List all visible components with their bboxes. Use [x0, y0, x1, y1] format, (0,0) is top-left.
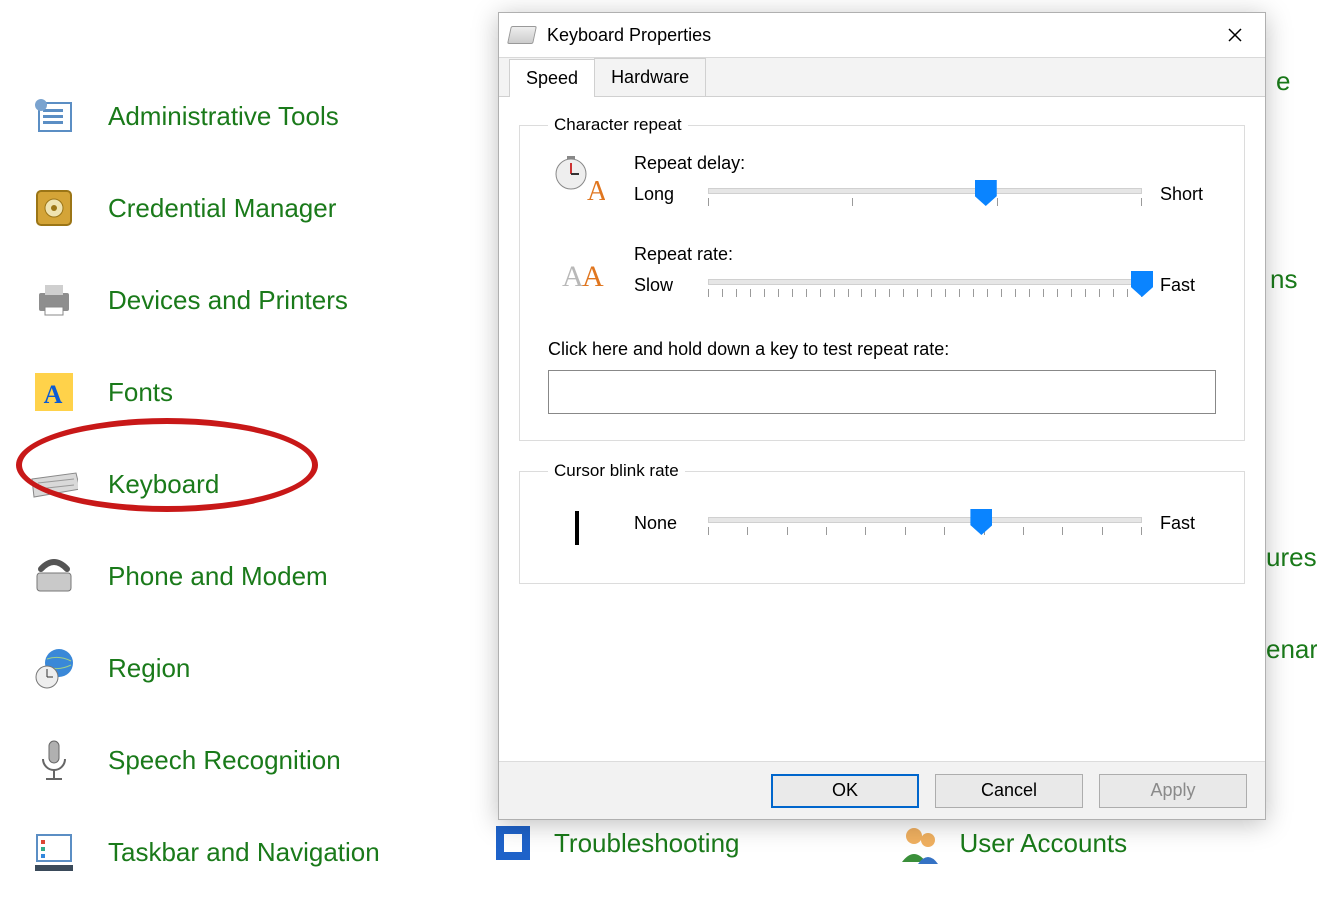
- repeat-rate-slider[interactable]: [708, 275, 1142, 305]
- cp-item-label: Taskbar and Navigation: [108, 837, 380, 868]
- taskbar-icon: [30, 828, 78, 876]
- cp-item-label: Phone and Modem: [108, 561, 328, 592]
- cp-item-speech[interactable]: Speech Recognition: [30, 714, 460, 806]
- blink-rate-slider[interactable]: [708, 513, 1142, 543]
- troubleshooting-icon: [490, 820, 536, 866]
- blink-preview-icon: [548, 499, 606, 557]
- button-label: OK: [832, 780, 858, 801]
- control-panel-list: Administrative Tools Credential Manager …: [30, 70, 460, 898]
- test-label: Click here and hold down a key to test r…: [548, 339, 1216, 360]
- cp-item-admin-tools[interactable]: Administrative Tools: [30, 70, 460, 162]
- slider-left-label: None: [634, 513, 690, 534]
- admin-tools-icon: [30, 92, 78, 140]
- bg-fragment: ures: [1266, 542, 1317, 573]
- bg-strip: Troubleshooting User Accounts: [490, 820, 1127, 866]
- close-button[interactable]: [1215, 19, 1255, 51]
- repeat-delay-label: Repeat delay:: [634, 153, 1216, 174]
- bg-fragment: e: [1276, 66, 1290, 97]
- slider-right-label: Short: [1160, 184, 1216, 205]
- svg-text:A: A: [582, 260, 604, 293]
- cp-item-devices-printers[interactable]: Devices and Printers: [30, 254, 460, 346]
- repeat-delay-slider[interactable]: [708, 184, 1142, 214]
- button-label: Cancel: [981, 780, 1037, 801]
- row-repeat-delay: A Repeat delay: Long Short: [548, 153, 1216, 214]
- user-accounts-icon: [896, 820, 942, 866]
- apply-button: Apply: [1099, 774, 1247, 808]
- row-repeat-rate: AA Repeat rate: Slow: [548, 244, 1216, 305]
- close-icon: [1228, 28, 1242, 42]
- bg-label[interactable]: Troubleshooting: [554, 828, 740, 859]
- dialog-body: Character repeat A Repeat delay: Long: [499, 97, 1265, 761]
- cp-item-keyboard[interactable]: Keyboard: [30, 438, 460, 530]
- cp-item-label: Speech Recognition: [108, 745, 341, 776]
- group-legend: Cursor blink rate: [548, 461, 685, 481]
- cp-item-label: Administrative Tools: [108, 101, 339, 132]
- cp-item-label: Credential Manager: [108, 193, 336, 224]
- bg-fragment: enar: [1266, 634, 1317, 665]
- dialog-title: Keyboard Properties: [547, 25, 711, 46]
- cancel-button[interactable]: Cancel: [935, 774, 1083, 808]
- keyboard-icon: [507, 26, 537, 44]
- cp-item-phone-modem[interactable]: Phone and Modem: [30, 530, 460, 622]
- button-label: Apply: [1150, 780, 1195, 801]
- safe-icon: [30, 184, 78, 232]
- fonts-icon: A: [30, 368, 78, 416]
- group-legend: Character repeat: [548, 115, 688, 135]
- cp-item-label: Region: [108, 653, 190, 684]
- ok-button[interactable]: OK: [771, 774, 919, 808]
- group-cursor-blink: Cursor blink rate None: [519, 461, 1245, 584]
- microphone-icon: [30, 736, 78, 784]
- dialog-tabs: Speed Hardware: [499, 57, 1265, 97]
- dialog-button-bar: OK Cancel Apply: [499, 761, 1265, 819]
- repeat-rate-icon: AA: [548, 244, 606, 302]
- slider-left-label: Slow: [634, 275, 690, 296]
- bg-label[interactable]: User Accounts: [960, 828, 1128, 859]
- phone-modem-icon: [30, 552, 78, 600]
- dialog-titlebar[interactable]: Keyboard Properties: [499, 13, 1265, 57]
- keyboard-icon: [30, 460, 78, 508]
- bg-fragment: ns: [1270, 264, 1297, 295]
- svg-text:A: A: [562, 260, 584, 293]
- slider-right-label: Fast: [1160, 513, 1216, 534]
- cp-item-taskbar-nav[interactable]: Taskbar and Navigation: [30, 806, 460, 898]
- cp-item-fonts[interactable]: A Fonts: [30, 346, 460, 438]
- cp-item-label: Devices and Printers: [108, 285, 348, 316]
- svg-text:A: A: [587, 176, 605, 207]
- keyboard-properties-dialog: Keyboard Properties Speed Hardware Chara…: [498, 12, 1266, 820]
- group-character-repeat: Character repeat A Repeat delay: Long: [519, 115, 1245, 441]
- globe-clock-icon: [30, 644, 78, 692]
- cp-item-label: Keyboard: [108, 469, 219, 500]
- cp-item-label: Fonts: [108, 377, 173, 408]
- row-test: Click here and hold down a key to test r…: [548, 339, 1216, 414]
- cp-item-region[interactable]: Region: [30, 622, 460, 714]
- printer-icon: [30, 276, 78, 324]
- repeat-test-input[interactable]: [548, 370, 1216, 414]
- tab-label: Hardware: [611, 67, 689, 87]
- tab-speed[interactable]: Speed: [509, 59, 595, 97]
- tab-hardware[interactable]: Hardware: [594, 58, 706, 96]
- svg-text:A: A: [44, 380, 63, 409]
- repeat-rate-label: Repeat rate:: [634, 244, 1216, 265]
- tab-label: Speed: [526, 68, 578, 88]
- cp-item-credential-manager[interactable]: Credential Manager: [30, 162, 460, 254]
- slider-left-label: Long: [634, 184, 690, 205]
- repeat-delay-icon: A: [548, 153, 606, 211]
- slider-right-label: Fast: [1160, 275, 1216, 296]
